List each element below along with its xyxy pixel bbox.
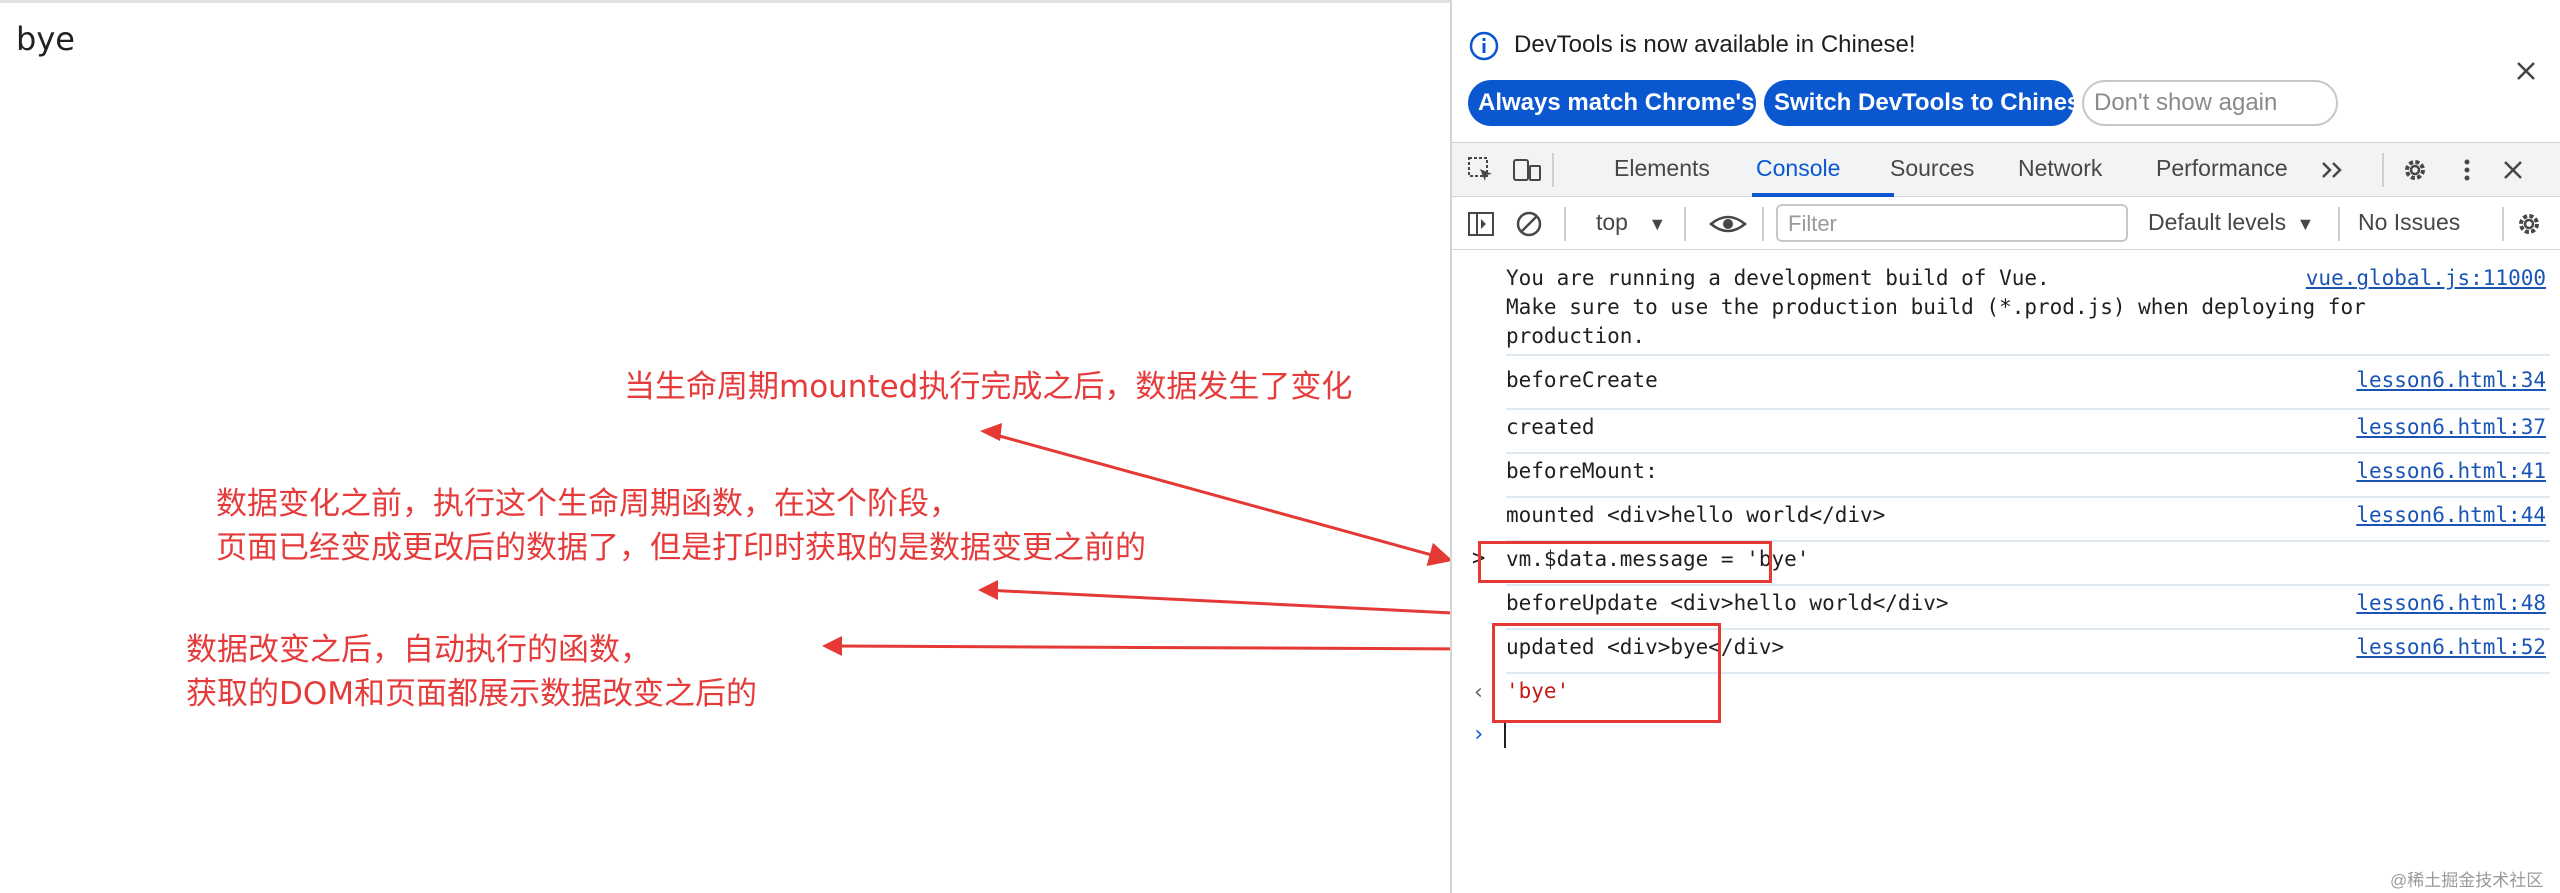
- source-link[interactable]: lesson6.html:44: [2356, 501, 2546, 530]
- highlight-box-command: [1478, 541, 1772, 583]
- tab-network[interactable]: Network: [2018, 155, 2102, 182]
- always-match-language-button[interactable]: Always match Chrome's language: [1468, 80, 1867, 126]
- result-arrow-icon: ‹: [1472, 680, 1486, 705]
- issues-counter[interactable]: No Issues: [2358, 209, 2460, 236]
- dropdown-triangle-icon: ▼: [1648, 214, 1667, 234]
- toolbar-divider: [2338, 207, 2340, 241]
- language-banner: DevTools is now available in Chinese! Al…: [1452, 0, 2560, 142]
- close-icon[interactable]: [2511, 56, 2541, 86]
- console-output: You are running a development build of V…: [1452, 250, 2560, 893]
- switch-to-chinese-button[interactable]: Switch DevTools to Chinese: [1764, 80, 2094, 126]
- device-toolbar-icon[interactable]: [1512, 155, 1542, 185]
- live-expression-eye-icon[interactable]: [1708, 209, 1748, 239]
- source-link[interactable]: vue.global.js:11000: [2306, 264, 2546, 293]
- dropdown-triangle-icon: ▼: [2296, 214, 2315, 234]
- dont-show-again-button[interactable]: Don't show again: [2082, 80, 2338, 126]
- inspect-element-icon[interactable]: [1466, 155, 1496, 185]
- console-message-vue-warning: You are running a development build of V…: [1506, 264, 2550, 356]
- toolbar-divider: [1552, 153, 1554, 187]
- source-link[interactable]: lesson6.html:41: [2356, 457, 2546, 486]
- filter-input[interactable]: Filter: [1776, 204, 2128, 242]
- tab-performance[interactable]: Performance: [2156, 155, 2288, 182]
- arrow-mounted: [984, 430, 1450, 566]
- source-link[interactable]: lesson6.html:34: [2356, 366, 2546, 395]
- banner-message: DevTools is now available in Chinese!: [1514, 31, 1916, 58]
- toolbar-divider: [1564, 207, 1566, 241]
- source-link[interactable]: lesson6.html:52: [2356, 633, 2546, 662]
- console-message: beforeCreate lesson6.html:34: [1506, 366, 2550, 410]
- watermark: @稀土掘金技术社区: [2390, 871, 2544, 890]
- toolbar-divider: [1684, 207, 1686, 241]
- arrow-head-updated: [822, 636, 842, 656]
- source-link[interactable]: lesson6.html:48: [2356, 589, 2546, 618]
- devtools-tabbar: Elements Console Sources Network Perform…: [1452, 142, 2560, 197]
- console-input-prompt-icon: ›: [1472, 722, 1486, 747]
- console-message: mounted <div>hello world</div> lesson6.h…: [1506, 498, 2550, 542]
- settings-gear-icon[interactable]: [2400, 155, 2430, 185]
- toolbar-divider: [1762, 207, 1764, 241]
- devtools-panel: DevTools is now available in Chinese! Al…: [1450, 0, 2560, 893]
- more-tabs-icon[interactable]: [2318, 155, 2348, 185]
- console-settings-gear-icon[interactable]: [2514, 209, 2544, 239]
- console-input-caret[interactable]: [1504, 720, 1506, 748]
- toolbar-divider: [2382, 153, 2384, 187]
- tab-elements[interactable]: Elements: [1614, 155, 1710, 182]
- info-icon: [1469, 31, 1499, 61]
- arrow-head-mounted: [980, 423, 1002, 441]
- console-message: created lesson6.html:37: [1506, 410, 2550, 454]
- log-levels-dropdown[interactable]: Default levels ▼: [2148, 209, 2314, 236]
- highlight-box-updated: [1492, 623, 1721, 723]
- clear-console-icon[interactable]: [1514, 209, 1544, 239]
- more-options-icon[interactable]: [2452, 155, 2482, 185]
- console-toolbar: top ▼ Filter Default levels ▼ No Issues: [1452, 197, 2560, 250]
- toolbar-divider: [2502, 207, 2504, 241]
- tab-sources[interactable]: Sources: [1890, 155, 1974, 182]
- source-link[interactable]: lesson6.html:37: [2356, 413, 2546, 442]
- context-selector[interactable]: top ▼: [1596, 209, 1666, 236]
- arrow-before-update: [984, 588, 1450, 615]
- tab-console[interactable]: Console: [1756, 155, 1840, 182]
- arrow-updated: [829, 644, 1450, 651]
- page-viewport: bye 当生命周期mounted执行完成之后，数据发生了变化 数据变化之前，执行…: [0, 0, 1450, 893]
- sidebar-toggle-icon[interactable]: [1466, 209, 1496, 239]
- console-message: beforeMount: lesson6.html:41: [1506, 454, 2550, 498]
- annotation-arrows: [822, 423, 1450, 656]
- close-devtools-icon[interactable]: [2498, 155, 2528, 185]
- arrow-head-before-update: [978, 580, 998, 600]
